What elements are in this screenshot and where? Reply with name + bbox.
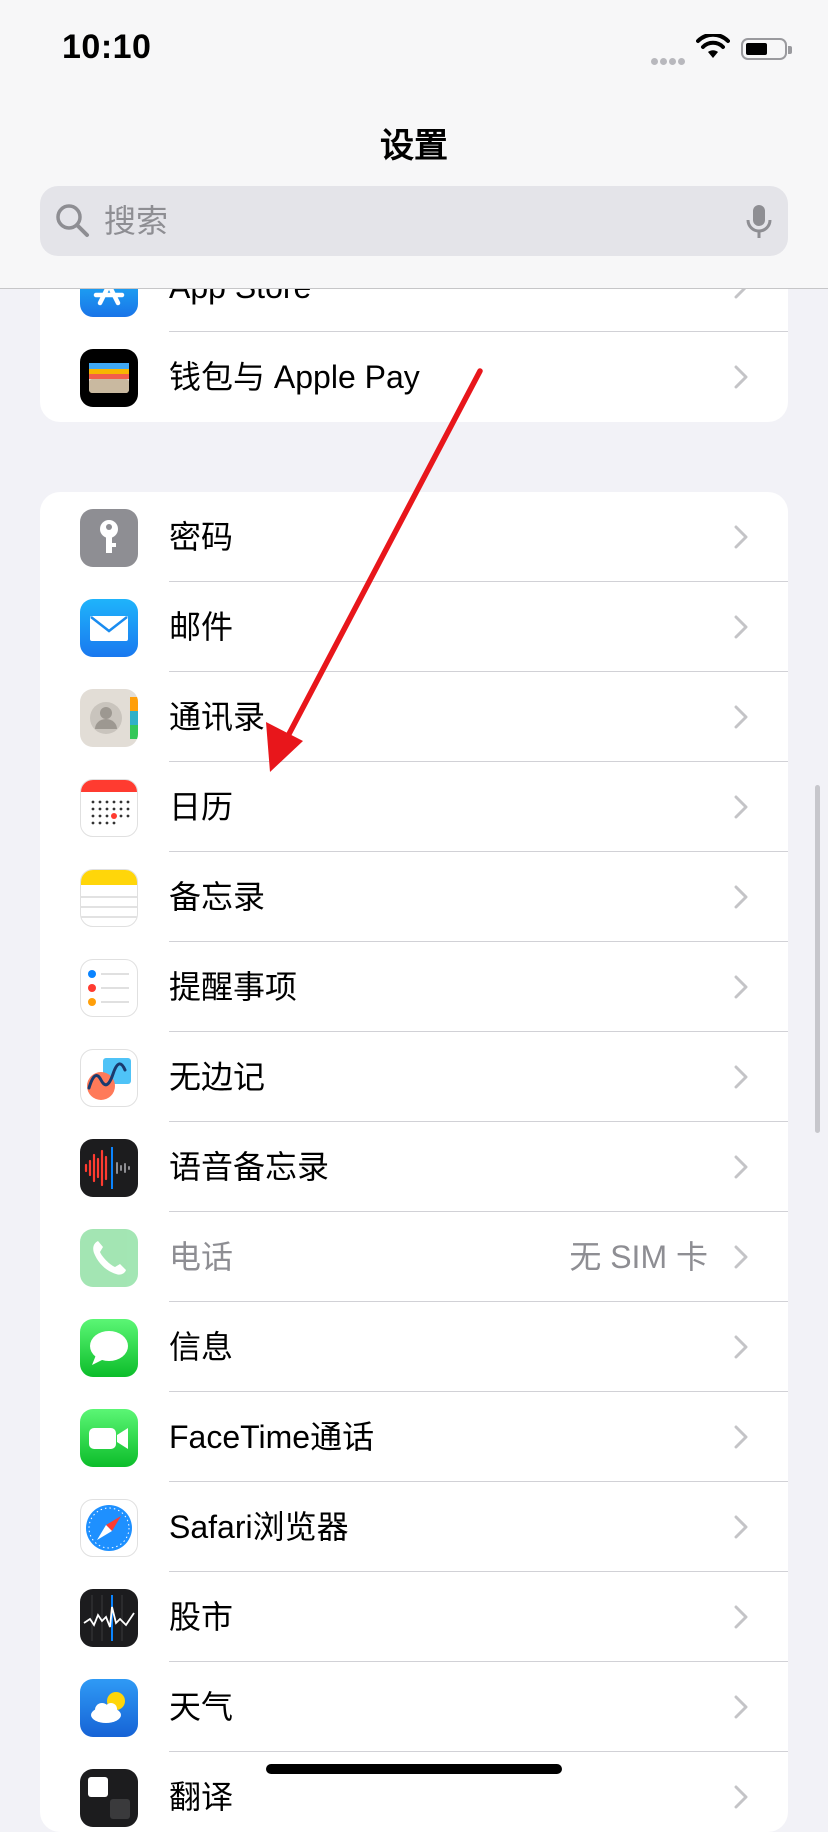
settings-row-label: 电话 [169,1239,234,1275]
chevron-right-icon [734,705,748,729]
settings-row-detail: 无 SIM 卡 [569,1239,708,1275]
voice-memos-icon [80,1139,138,1197]
chevron-right-icon [734,795,748,819]
contacts-icon [80,689,138,747]
chevron-right-icon [734,1065,748,1089]
settings-row-weather[interactable]: 天气 [40,1662,788,1752]
settings-row-phone[interactable]: 电话 无 SIM 卡 [40,1212,788,1302]
battery-icon [741,38,792,60]
search-field[interactable] [40,186,788,256]
settings-row-label: 翻译 [169,1779,234,1815]
page-title: 设置 [380,127,448,165]
key-icon [80,509,138,567]
settings-row-label: Safari浏览器 [169,1509,349,1545]
settings-row-safari[interactable]: Safari浏览器 [40,1482,788,1572]
chevron-right-icon [734,525,748,549]
settings-row-label: 通讯录 [169,699,266,735]
stocks-icon [80,1589,138,1647]
chevron-right-icon [734,1335,748,1359]
translate-icon [80,1769,138,1827]
status-bar: 10:10 [0,0,828,100]
scroll-indicator[interactable] [815,785,820,1133]
settings-row-calendar[interactable]: 日历 [40,762,788,852]
settings-row-notes[interactable]: 备忘录 [40,852,788,942]
settings-row-mail[interactable]: 邮件 [40,582,788,672]
chevron-right-icon [734,1605,748,1629]
mail-icon [80,599,138,657]
freeform-icon [80,1049,138,1107]
settings-group-apps: 密码 邮件 通讯录 日历 备忘录 提醒事项 无边记 语音备忘录 电话 无 SIM… [40,492,788,1832]
weather-icon [80,1679,138,1737]
notes-icon [80,869,138,927]
home-indicator[interactable] [266,1764,562,1774]
chevron-right-icon [734,1155,748,1179]
settings-row-freeform[interactable]: 无边记 [40,1032,788,1122]
chevron-right-icon [734,1425,748,1449]
settings-row-passwords[interactable]: 密码 [40,492,788,582]
chevron-right-icon [734,1245,748,1269]
settings-row-label: 信息 [169,1329,234,1365]
settings-row-label: FaceTime通话 [169,1419,375,1455]
settings-row-label: 钱包与 Apple Pay [169,359,420,395]
wallet-icon [80,349,138,407]
messages-icon [80,1319,138,1377]
phone-icon [80,1229,138,1287]
wifi-icon [696,34,730,58]
settings-row-wallet[interactable]: 钱包与 Apple Pay [40,332,788,422]
settings-row-messages[interactable]: 信息 [40,1302,788,1392]
status-time: 10:10 [62,28,152,66]
settings-row-stocks[interactable]: 股市 [40,1572,788,1662]
settings-row-voice-memos[interactable]: 语音备忘录 [40,1122,788,1212]
chevron-right-icon [734,975,748,999]
navigation-header: 10:10 设置 [0,0,828,289]
settings-row-label: 日历 [169,789,234,825]
settings-row-label: 邮件 [169,609,234,645]
settings-row-label: 备忘录 [169,879,266,915]
chevron-right-icon [734,615,748,639]
settings-row-reminders[interactable]: 提醒事项 [40,942,788,1032]
settings-row-contacts[interactable]: 通讯录 [40,672,788,762]
chevron-right-icon [734,1515,748,1539]
settings-row-label: 提醒事项 [169,969,298,1005]
settings-row-label: 密码 [169,519,234,555]
settings-row-label: 天气 [169,1689,234,1725]
chevron-right-icon [734,365,748,389]
chevron-right-icon [734,1695,748,1719]
safari-icon [80,1499,138,1557]
microphone-icon[interactable] [746,204,772,240]
chevron-right-icon [734,1785,748,1809]
search-icon [56,204,89,237]
search-input[interactable] [104,186,704,256]
cellular-signal-icon [651,52,687,70]
settings-row-label: 无边记 [169,1059,266,1095]
reminders-icon [80,959,138,1017]
calendar-icon [80,779,138,837]
facetime-icon [80,1409,138,1467]
chevron-right-icon [734,885,748,909]
settings-row-label: 语音备忘录 [169,1149,330,1185]
settings-row-facetime[interactable]: FaceTime通话 [40,1392,788,1482]
settings-row-label: 股市 [169,1599,234,1635]
